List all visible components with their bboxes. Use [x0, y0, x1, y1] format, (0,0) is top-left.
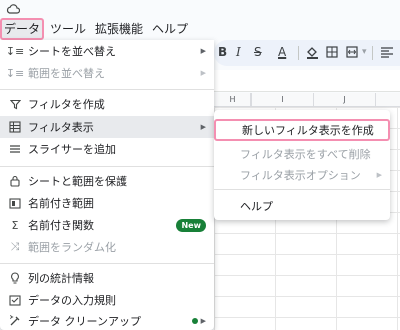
menu-help[interactable]: ヘルプ: [149, 19, 191, 39]
named-range-icon: [9, 197, 21, 209]
new-badge: New: [176, 218, 206, 232]
menu-item-sort-range[interactable]: ↧≡ 範囲を並べ替え ▶: [0, 62, 214, 84]
merge-cells-icon[interactable]: [346, 46, 358, 58]
menu-item-named-functions[interactable]: Σ 名前付き関数 New: [0, 214, 214, 236]
menu-item-label: データの入力規則: [28, 294, 116, 307]
submenu-arrow-icon: ▶: [200, 69, 206, 77]
menu-item-label: シートを並べ替え: [28, 45, 116, 58]
menu-extensions[interactable]: 拡張機能: [92, 19, 146, 39]
menu-item-label: スライサーを追加: [28, 143, 116, 156]
menu-item-add-slicer[interactable]: スライサーを追加: [0, 138, 214, 160]
menu-item-data-validation[interactable]: データの入力規則: [0, 289, 214, 311]
toolbar-divider: [372, 46, 373, 60]
toolbar-divider: [298, 46, 299, 60]
column-header-h[interactable]: H: [214, 93, 252, 107]
borders-icon[interactable]: [326, 46, 338, 58]
menu-item-label: 範囲をランダム化: [28, 241, 116, 254]
submenu-item-label: 新しいフィルタ表示を作成: [242, 124, 374, 137]
bold-icon[interactable]: B: [218, 45, 227, 59]
fill-color-icon[interactable]: [306, 46, 319, 59]
column-headers: H I J: [214, 93, 400, 107]
submenu-item-label: ヘルプ: [240, 200, 273, 213]
sigma-icon: Σ: [11, 218, 19, 232]
lightbulb-icon: [9, 272, 21, 284]
sort-icon: ↧≡: [5, 44, 25, 58]
menu-tools[interactable]: ツール: [47, 19, 89, 39]
menu-item-label: シートと範囲を保護: [28, 175, 127, 188]
align-left-icon[interactable]: [380, 47, 394, 58]
submenu-item-label: フィルタ表示オプション: [240, 169, 361, 182]
submenu-item-delete-all-filter-views[interactable]: フィルタ表示をすべて削除: [214, 143, 390, 165]
menu-item-randomize-range[interactable]: ⤨ 範囲をランダム化: [0, 236, 214, 258]
menu-item-label: 名前付き範囲: [28, 197, 94, 210]
menu-item-protect[interactable]: シートと範囲を保護: [0, 170, 214, 192]
shuffle-icon: ⤨: [10, 240, 20, 253]
column-header-j[interactable]: J: [314, 93, 376, 107]
menu-item-named-ranges[interactable]: 名前付き範囲: [0, 192, 214, 214]
menu-item-data-cleanup[interactable]: データ クリーンアップ ▶: [0, 310, 214, 330]
toolbar: B I S A ▾: [214, 40, 400, 66]
submenu-item-label: フィルタ表示をすべて削除: [240, 148, 371, 161]
menu-item-label: フィルタを作成: [28, 98, 105, 111]
submenu-arrow-icon: ▶: [200, 317, 206, 325]
submenu-item-create-filter-view[interactable]: 新しいフィルタ表示を作成: [214, 119, 390, 141]
submenu-arrow-icon: ▶: [200, 123, 206, 131]
menu-item-column-stats[interactable]: 列の統計情報: [0, 267, 214, 289]
strikethrough-icon[interactable]: S: [254, 45, 262, 59]
menu-divider: [0, 263, 214, 264]
menu-item-filter-views[interactable]: フィルタ表示 ▶: [0, 116, 214, 138]
menu-item-label: 範囲を並べ替え: [28, 67, 105, 80]
menu-divider: [0, 89, 214, 90]
menu-item-label: 名前付き関数: [28, 219, 94, 232]
slicer-icon: [9, 143, 21, 155]
submenu-arrow-icon: ▶: [200, 47, 206, 55]
top-bar: データ ツール 拡張機能 ヘルプ: [0, 0, 400, 40]
column-header-i[interactable]: I: [252, 93, 314, 107]
submenu-item-filter-view-options[interactable]: フィルタ表示オプション ▶: [214, 164, 390, 186]
menu-divider: [214, 189, 390, 190]
menu-data[interactable]: データ: [0, 18, 45, 40]
lock-icon: [9, 175, 21, 187]
validation-icon: [9, 294, 21, 306]
data-menu: ↧≡ シートを並べ替え ▶ ↧≡ 範囲を並べ替え ▶ フィルタを作成 フィルタ表…: [0, 40, 214, 330]
sort-range-icon: ↧≡: [5, 66, 25, 80]
submenu-arrow-icon: ▶: [376, 171, 382, 179]
cloud-saved-icon[interactable]: [6, 3, 20, 15]
new-indicator-dot: [192, 318, 198, 324]
menu-item-create-filter[interactable]: フィルタを作成: [0, 93, 214, 115]
cleanup-icon: [9, 315, 21, 327]
menu-bar: データ ツール 拡張機能 ヘルプ: [0, 18, 194, 40]
italic-icon[interactable]: I: [236, 45, 241, 59]
menu-item-sort-sheet[interactable]: ↧≡ シートを並べ替え ▶: [0, 40, 214, 62]
filter-icon: [9, 98, 21, 110]
text-color-icon[interactable]: A: [278, 45, 286, 59]
filter-views-submenu: 新しいフィルタ表示を作成 フィルタ表示をすべて削除 フィルタ表示オプション ▶ …: [214, 110, 390, 220]
filter-view-icon: [9, 121, 21, 133]
merge-dropdown-icon[interactable]: ▾: [362, 47, 367, 57]
menu-item-label: データ クリーンアップ: [28, 315, 141, 328]
submenu-item-help[interactable]: ヘルプ: [214, 195, 390, 217]
menu-divider: [0, 166, 214, 167]
menu-item-label: フィルタ表示: [28, 121, 94, 134]
formula-bar[interactable]: [214, 70, 400, 92]
menu-item-label: 列の統計情報: [28, 272, 94, 285]
